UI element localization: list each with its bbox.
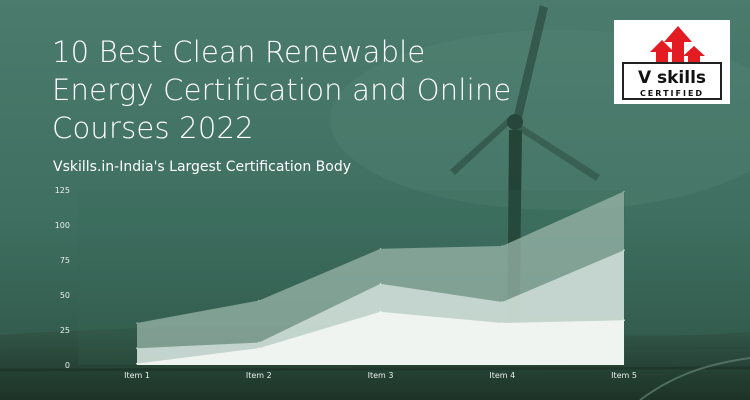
series-2-point-2	[257, 341, 260, 344]
x-tick-label: Item 4	[489, 371, 515, 380]
series-3-point-2	[257, 347, 260, 350]
x-axis-ticks: Item 1 Item 2 Item 3 Item 4 Item 5	[124, 371, 637, 380]
y-tick-label: 0	[65, 361, 70, 370]
title-line-2: Energy Certification and Online	[52, 73, 512, 107]
logo-arrows-icon	[650, 26, 705, 68]
y-tick-label: 125	[55, 186, 70, 195]
series-1-point-5	[623, 190, 625, 193]
logo-certified-text: CERTIFIED	[640, 89, 704, 98]
y-tick-label: 75	[60, 256, 70, 265]
title-line-1: 10 Best Clean Renewable	[52, 35, 426, 69]
series-1-point-1	[136, 322, 138, 324]
page-subtitle: Vskills.in-India's Largest Certification…	[53, 159, 352, 175]
series-2-point-1	[136, 347, 138, 350]
series-1-point-4	[501, 245, 504, 247]
page-title: 10 Best Clean Renewable Energy Certifica…	[52, 33, 612, 147]
vskills-logo-graphic: V skills CERTIFIED	[622, 26, 722, 100]
x-tick-label: Item 3	[368, 371, 394, 380]
y-tick-label: 25	[60, 326, 70, 335]
series-1-point-2	[257, 299, 260, 302]
y-tick-label: 50	[60, 291, 70, 300]
series-2-point-3	[379, 283, 382, 285]
y-tick-label: 100	[55, 221, 70, 230]
x-tick-label: Item 1	[124, 371, 150, 380]
title-line-3: Courses 2022	[52, 111, 254, 145]
series-1-point-3	[379, 248, 382, 250]
logo-brand-text: V skills	[638, 68, 706, 88]
vskills-certified-logo: V skills CERTIFIED	[614, 20, 730, 104]
series-3-point-4	[501, 322, 504, 324]
series-3-point-5	[623, 319, 625, 322]
series-3-point-1	[136, 362, 138, 365]
series-3-point-3	[379, 311, 382, 313]
series-2-point-5	[623, 249, 625, 251]
x-tick-label: Item 5	[611, 371, 637, 380]
y-axis-ticks: 0 25 50 75 100 125	[55, 186, 70, 370]
series-2-point-4	[501, 301, 504, 303]
x-tick-label: Item 2	[246, 371, 272, 380]
